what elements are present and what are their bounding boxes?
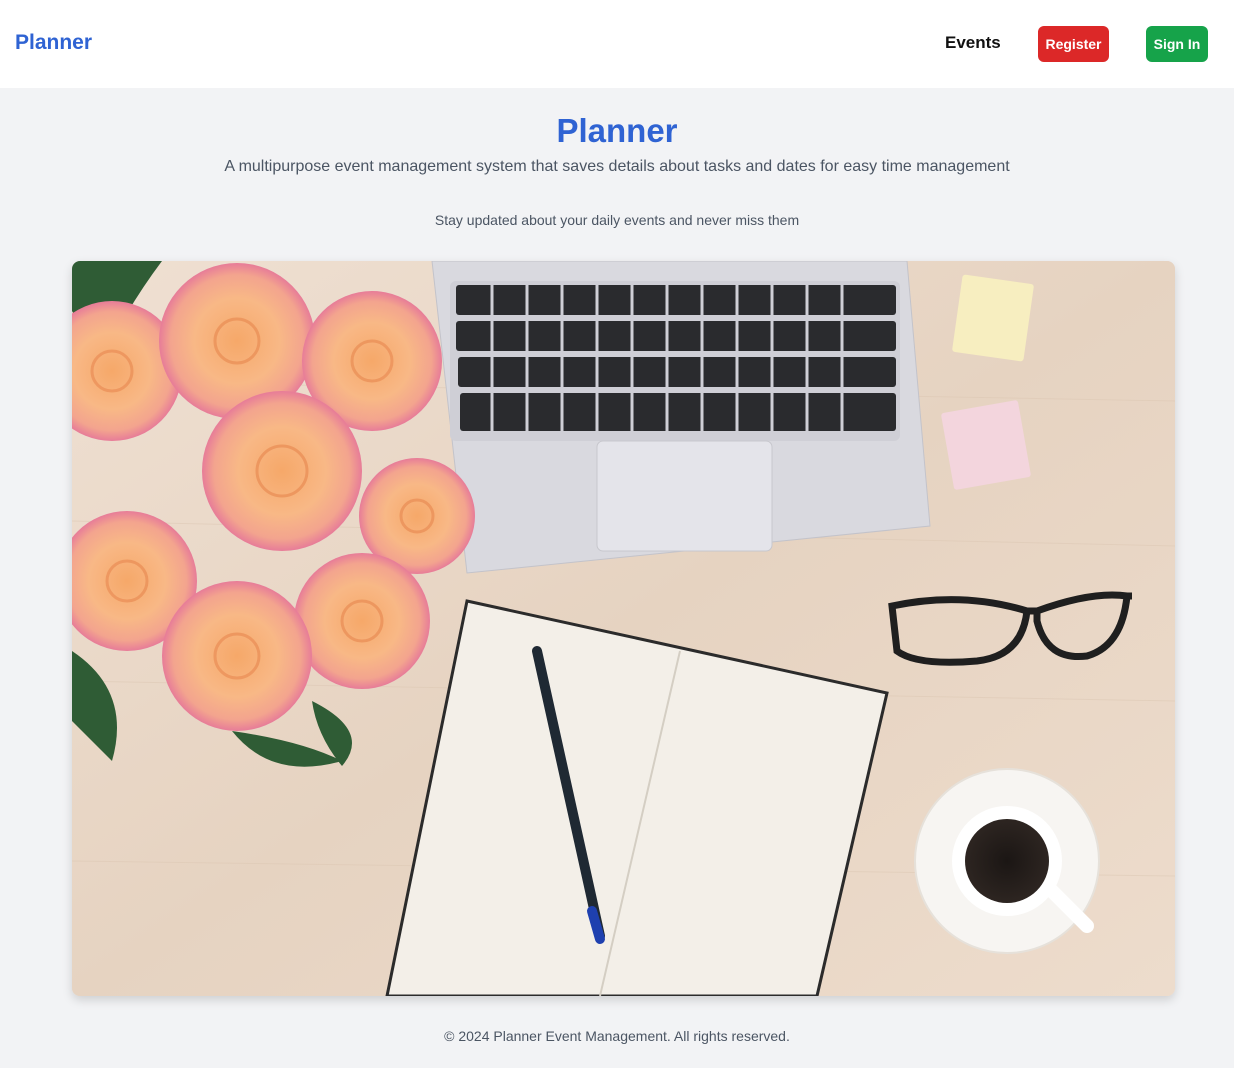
hero-title: Planner (556, 112, 678, 149)
footer-bar (0, 1068, 1234, 1084)
laptop-illustration (431, 261, 931, 574)
sign-in-button[interactable]: Sign In (1146, 26, 1208, 62)
brand-logo-link[interactable]: Planner (15, 31, 92, 55)
register-button[interactable]: Register (1038, 26, 1109, 62)
navbar: Planner Events Register Sign In (0, 0, 1234, 88)
hero-subtitle: A multipurpose event management system t… (224, 158, 1010, 175)
hero-tagline: Stay updated about your daily events and… (434, 212, 800, 228)
sticky-note-pink (941, 400, 1031, 490)
footer-copyright: © 2024 Planner Event Management. All rig… (444, 1028, 790, 1044)
sticky-note-yellow (952, 274, 1034, 362)
nav-link-events[interactable]: Events (945, 33, 1001, 53)
coffee-cup-illustration (914, 768, 1100, 954)
hero-image (72, 261, 1175, 996)
